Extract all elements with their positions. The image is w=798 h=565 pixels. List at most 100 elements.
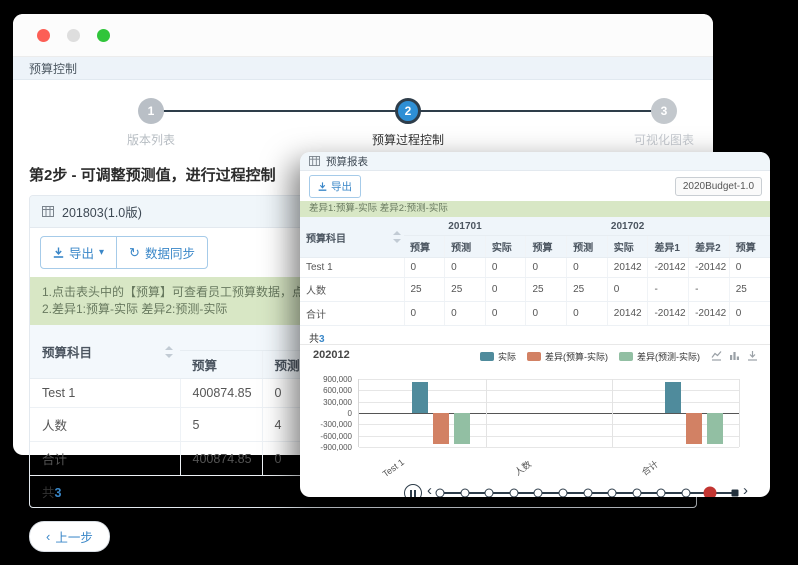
step-circle[interactable]: 3	[651, 98, 677, 124]
save-image-icon[interactable]	[747, 350, 758, 361]
column-header[interactable]: 实际	[607, 236, 648, 258]
step-process-control[interactable]: 2 预算过程控制	[348, 98, 468, 148]
bar-实际	[665, 382, 681, 413]
column-header[interactable]: 预测	[445, 236, 486, 258]
export-button[interactable]: 导出 ▾	[40, 236, 117, 269]
column-header[interactable]: 预测	[567, 236, 608, 258]
timeline-prev-icon[interactable]: ‹	[427, 483, 432, 497]
y-tick-label: -300,000	[302, 420, 352, 429]
timeline-point-202002[interactable]	[460, 489, 469, 498]
timeline-point-202005[interactable]	[534, 489, 543, 498]
export-button[interactable]: 导出	[309, 175, 361, 198]
step-label: 可视化图表	[604, 131, 724, 148]
sort-icon[interactable]	[392, 231, 400, 243]
column-header[interactable]: 实际	[485, 236, 526, 258]
table-cell: 0	[445, 302, 486, 326]
budget-report-window: 预算报表 导出 2020Budget-1.0 差异1:预算-实际 差异2:预测-…	[300, 152, 770, 497]
timeline-play-button[interactable]	[404, 484, 422, 497]
timeline-point-202001[interactable]	[436, 489, 445, 498]
zero-axis-line	[359, 413, 739, 414]
legend-swatch	[619, 352, 633, 361]
table-cell: 25	[729, 278, 770, 302]
row-subject: 合计	[300, 302, 404, 326]
step-circle[interactable]: 1	[138, 98, 164, 124]
timeline-point-202011[interactable]	[681, 489, 690, 498]
table-cell: 20142	[607, 258, 648, 278]
month-group-header: 201701	[404, 217, 526, 236]
table-cell: -20142	[648, 258, 689, 278]
sort-icon[interactable]	[164, 346, 172, 358]
step-version-list[interactable]: 1 版本列表	[91, 98, 211, 148]
table-cell: 0	[485, 258, 526, 278]
data-sync-button[interactable]: ↻ 数据同步	[116, 236, 208, 269]
table-cell: 0	[567, 258, 608, 278]
y-tick-label: 0	[302, 409, 352, 418]
previous-step-button[interactable]: ‹ 上一步	[29, 521, 110, 552]
row-subject: 人数	[300, 278, 404, 302]
timeline-point-202003[interactable]	[485, 489, 494, 498]
zoom-window-button[interactable]	[97, 29, 110, 42]
column-header[interactable]: 预算	[180, 351, 262, 379]
table-cell: 25	[445, 278, 486, 302]
timeline-point-汇总[interactable]	[732, 490, 739, 497]
step-label: 版本列表	[91, 131, 211, 148]
row-subject: 合计	[30, 442, 180, 476]
timeline-point-202004[interactable]	[509, 489, 518, 498]
bar-差异(预测-实际)	[707, 413, 723, 444]
table-row: Test 10000020142-20142-201420	[300, 258, 770, 278]
table-cell: -20142	[689, 258, 730, 278]
timeline-point-202009[interactable]	[632, 489, 641, 498]
category-separator	[486, 379, 487, 447]
timeline-point-202008[interactable]	[608, 489, 617, 498]
column-header[interactable]: 预算	[526, 236, 567, 258]
y-tick-label: 300,000	[302, 398, 352, 407]
column-header[interactable]: 预算	[404, 236, 445, 258]
step-visual-charts[interactable]: 3 可视化图表	[604, 98, 724, 148]
table-cell: 25	[567, 278, 608, 302]
legend-item[interactable]: 实际	[480, 350, 516, 363]
column-header[interactable]: 差异1	[648, 236, 689, 258]
close-window-button[interactable]	[37, 29, 50, 42]
subject-column-header[interactable]: 预算科目	[300, 217, 404, 258]
table-cell: 0	[485, 302, 526, 326]
timeline-point-202012[interactable]	[704, 487, 717, 498]
timeline-next-icon[interactable]: ›	[743, 483, 748, 497]
refresh-icon: ↻	[129, 246, 140, 259]
timeline-point-202010[interactable]	[657, 489, 666, 498]
bar-差异(预算-实际)	[686, 413, 702, 444]
row-subject: Test 1	[300, 258, 404, 278]
caret-down-icon: ▾	[99, 247, 104, 258]
table-cell: 5	[180, 408, 262, 442]
legend-item[interactable]: 差异(预算-实际)	[527, 350, 608, 363]
column-header[interactable]: 预算	[729, 236, 770, 258]
panel-title: 201803(1.0版)	[62, 202, 142, 221]
table-cell: 20142	[607, 302, 648, 326]
y-tick-label: -900,000	[302, 443, 352, 452]
report-panel-header: 预算报表	[300, 152, 770, 171]
plot-right-border	[739, 379, 740, 447]
minimize-window-button[interactable]	[67, 29, 80, 42]
timeline-point-202007[interactable]	[583, 489, 592, 498]
table-grid-icon	[309, 156, 320, 166]
step-circle[interactable]: 2	[395, 98, 421, 124]
legend-swatch	[480, 352, 494, 361]
table-cell: 0	[729, 258, 770, 278]
legend-item[interactable]: 差异(预测-实际)	[619, 350, 700, 363]
table-cell: 0	[445, 258, 486, 278]
line-chart-icon[interactable]	[711, 350, 722, 361]
chart-title: 202012	[313, 349, 350, 361]
budget-version-select[interactable]: 2020Budget-1.0	[675, 177, 762, 196]
table-cell: -	[648, 278, 689, 302]
table-cell: -	[689, 278, 730, 302]
timeline-point-202006[interactable]	[558, 489, 567, 498]
step-label: 预算过程控制	[348, 131, 468, 148]
table-cell: 25	[526, 278, 567, 302]
table-cell: 0	[607, 278, 648, 302]
bar-实际	[412, 382, 428, 413]
legend-swatch	[527, 352, 541, 361]
row-count: 共3	[300, 326, 770, 344]
timeline-track: 2020012020022020032020042020052020062020…	[440, 492, 735, 494]
bar-chart-icon[interactable]	[729, 350, 740, 361]
subject-column-header[interactable]: 预算科目	[30, 325, 180, 379]
column-header[interactable]: 差异2	[689, 236, 730, 258]
